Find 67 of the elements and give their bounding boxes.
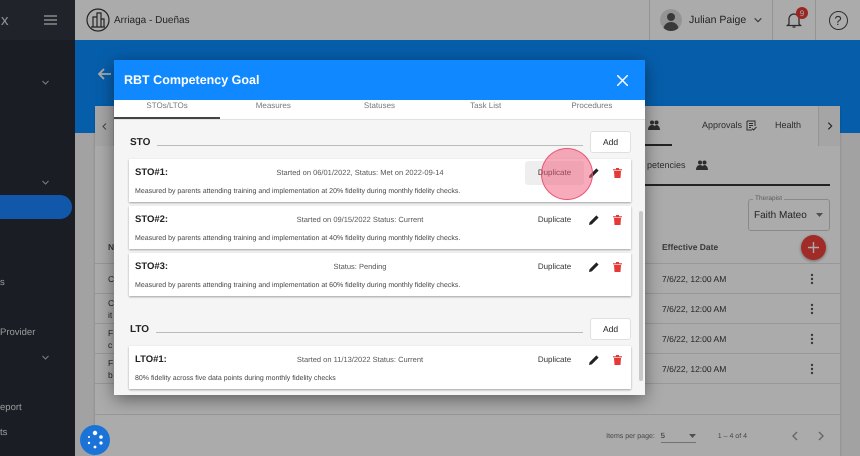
user-name[interactable]: Julian Paige bbox=[689, 14, 746, 26]
dots-icon bbox=[85, 430, 105, 450]
add-button[interactable]: Add bbox=[590, 318, 631, 340]
scrollbar[interactable] bbox=[639, 211, 643, 381]
avatar-icon[interactable] bbox=[660, 9, 682, 31]
trash-icon[interactable] bbox=[613, 262, 622, 272]
more-icon[interactable] bbox=[810, 302, 814, 314]
pencil-icon[interactable] bbox=[589, 168, 599, 178]
pencil-icon[interactable] bbox=[589, 262, 599, 272]
bell-icon[interactable] bbox=[785, 11, 803, 29]
tab[interactable]: Procedures bbox=[538, 100, 645, 119]
goal-title: STO#1: bbox=[135, 167, 170, 178]
chevron-down-icon bbox=[753, 15, 764, 25]
back-arrow-icon[interactable] bbox=[98, 68, 112, 80]
trash-icon[interactable] bbox=[613, 354, 622, 364]
sidebar-item[interactable]: ts bbox=[0, 420, 72, 444]
chevron-down-icon bbox=[41, 178, 50, 186]
goal-title: STO#2: bbox=[135, 214, 170, 225]
chevron-left-icon bbox=[100, 122, 108, 130]
section-heading: STO bbox=[129, 136, 150, 148]
brand-name: x bbox=[1, 12, 8, 28]
pencil-icon[interactable] bbox=[589, 354, 599, 364]
tab[interactable]: Statuses bbox=[326, 100, 433, 119]
section-heading: LTO bbox=[129, 324, 150, 334]
launcher-button[interactable] bbox=[80, 425, 110, 455]
pencil-icon[interactable] bbox=[589, 214, 599, 224]
tab[interactable]: Task List bbox=[432, 100, 539, 119]
table-cell: 7/6/22, 12:00 AM bbox=[662, 304, 726, 314]
tab[interactable]: Health bbox=[769, 106, 808, 146]
trash-icon[interactable] bbox=[613, 214, 622, 224]
chevron-down-icon bbox=[41, 78, 50, 86]
notification-badge: 9 bbox=[796, 7, 808, 19]
checklist-icon bbox=[746, 120, 758, 130]
sidebar-item[interactable] bbox=[0, 195, 72, 219]
duplicate-button[interactable]: Duplicate bbox=[525, 254, 584, 278]
duplicate-button[interactable]: Duplicate bbox=[525, 208, 584, 232]
trash-icon[interactable] bbox=[613, 168, 622, 178]
plus-icon bbox=[808, 242, 819, 252]
menu-icon[interactable] bbox=[44, 15, 57, 25]
add-button[interactable] bbox=[801, 234, 826, 260]
people-icon bbox=[696, 160, 708, 170]
goal-title: STO#3: bbox=[135, 261, 170, 272]
more-icon[interactable] bbox=[810, 332, 814, 344]
tab[interactable]: Approvals bbox=[672, 106, 770, 146]
sidebar-item[interactable]: Provider bbox=[0, 320, 72, 344]
table-cell: 7/6/22, 12:00 AM bbox=[662, 334, 726, 344]
close-icon[interactable] bbox=[617, 74, 628, 86]
tab[interactable]: STOs/LTOs bbox=[114, 100, 220, 119]
sidebar-item[interactable]: s bbox=[0, 270, 72, 294]
duplicate-button[interactable]: Duplicate bbox=[525, 348, 584, 372]
table-cell: 7/6/22, 12:00 AM bbox=[662, 364, 726, 374]
sidebar-item[interactable]: eport bbox=[0, 395, 72, 419]
help-button[interactable]: ? bbox=[828, 10, 848, 30]
column-header: Effective Date bbox=[662, 242, 718, 252]
dialog-title: RBT Competency Goal bbox=[124, 73, 260, 87]
more-icon[interactable] bbox=[810, 362, 814, 374]
building-logo-icon bbox=[86, 8, 110, 32]
table-cell: 7/6/22, 12:00 AM bbox=[662, 274, 726, 284]
dropdown-caret-icon bbox=[688, 434, 696, 438]
dropdown-caret-icon bbox=[816, 213, 823, 217]
chevron-down-icon bbox=[41, 352, 50, 362]
more-icon[interactable] bbox=[810, 272, 814, 284]
people-icon bbox=[648, 120, 660, 130]
add-button[interactable]: Add bbox=[590, 131, 631, 153]
goal-title: LTO#1: bbox=[135, 354, 168, 365]
tab[interactable]: Measures bbox=[220, 100, 326, 119]
organization-name: Arriaga - Dueñas bbox=[114, 14, 190, 26]
